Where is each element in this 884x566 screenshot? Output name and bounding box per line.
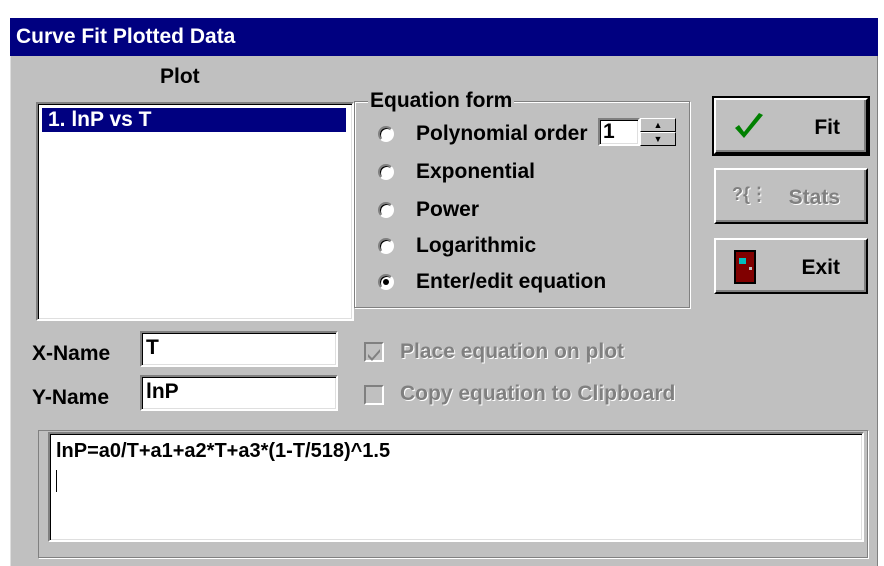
window-title: Curve Fit Plotted Data xyxy=(16,25,236,48)
radio-label-power: Power xyxy=(416,198,480,221)
plot-list-item-selected[interactable]: 1. lnP vs T xyxy=(42,108,346,132)
radio-button[interactable] xyxy=(378,202,394,218)
spin-up-button[interactable]: ▲ xyxy=(640,118,676,132)
plot-list-item-label: 1. lnP vs T xyxy=(48,108,152,131)
radio-button-selected[interactable] xyxy=(378,274,394,290)
copy-to-clipboard-checkbox[interactable] xyxy=(364,385,384,405)
copy-to-clipboard-label: Copy equation to Clipboard xyxy=(400,382,676,405)
radio-dot xyxy=(383,279,389,285)
place-on-plot-checkbox[interactable] xyxy=(364,342,384,362)
stats-button[interactable]: ?{⋮ Stats xyxy=(714,168,868,224)
stats-icon: ?{⋮ xyxy=(732,184,768,204)
equation-form-legend: Equation form xyxy=(368,89,515,112)
checkmark-icon xyxy=(732,110,766,150)
polynomial-order-spinner[interactable]: ▲ ▼ xyxy=(640,118,676,146)
plot-listbox[interactable]: 1. lnP vs T xyxy=(36,102,354,321)
spin-down-button[interactable]: ▼ xyxy=(640,132,676,146)
stats-button-label: Stats xyxy=(788,186,840,209)
title-bar[interactable]: Curve Fit Plotted Data xyxy=(10,18,878,56)
door-icon xyxy=(734,250,756,290)
x-name-input[interactable]: T xyxy=(140,331,338,367)
fit-button[interactable]: Fit xyxy=(712,96,870,156)
radio-label-polynomial: Polynomial order xyxy=(416,122,588,145)
y-name-label: Y-Name xyxy=(32,386,110,409)
exit-button[interactable]: Exit xyxy=(714,238,868,294)
plot-label: Plot xyxy=(160,65,200,88)
radio-label-logarithmic: Logarithmic xyxy=(416,234,537,257)
radio-button[interactable] xyxy=(378,164,394,180)
fit-button-label: Fit xyxy=(814,116,840,139)
x-name-label: X-Name xyxy=(32,342,111,365)
text-caret xyxy=(56,470,57,492)
equation-text: lnP=a0/T+a1+a2*T+a3*(1-T/518)^1.5 xyxy=(56,440,391,462)
polynomial-order-input[interactable]: 1 xyxy=(598,118,640,146)
equation-editor[interactable]: lnP=a0/T+a1+a2*T+a3*(1-T/518)^1.5 xyxy=(48,432,864,542)
place-on-plot-label: Place equation on plot xyxy=(400,340,625,363)
checkmark-icon xyxy=(368,349,380,361)
radio-label-enter-edit: Enter/edit equation xyxy=(416,270,607,293)
y-name-input[interactable]: lnP xyxy=(140,375,338,411)
radio-button[interactable] xyxy=(378,126,394,142)
radio-button[interactable] xyxy=(378,238,394,254)
curve-fit-dialog: Curve Fit Plotted Data Plot 1. lnP vs T … xyxy=(10,18,878,566)
exit-button-label: Exit xyxy=(801,256,840,279)
radio-label-exponential: Exponential xyxy=(416,160,536,183)
